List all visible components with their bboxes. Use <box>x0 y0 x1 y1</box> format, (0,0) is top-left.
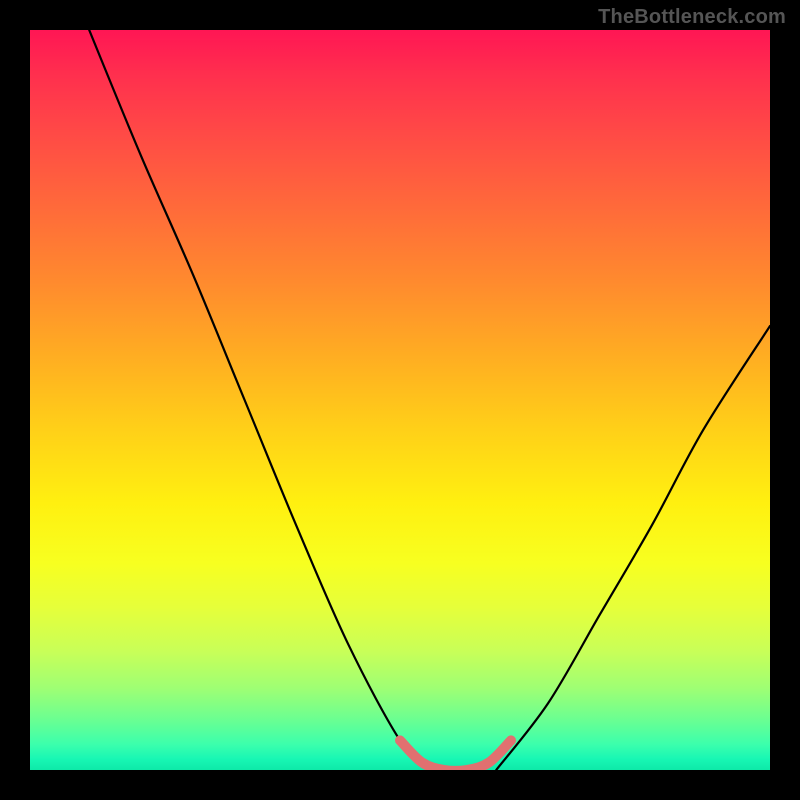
bottleneck-curve-right <box>496 326 770 770</box>
bottleneck-curve-left <box>89 30 429 770</box>
curve-svg <box>30 30 770 770</box>
highlight-curve <box>400 740 511 770</box>
plot-area <box>30 30 770 770</box>
chart-frame: TheBottleneck.com <box>0 0 800 800</box>
watermark-text: TheBottleneck.com <box>598 6 786 29</box>
